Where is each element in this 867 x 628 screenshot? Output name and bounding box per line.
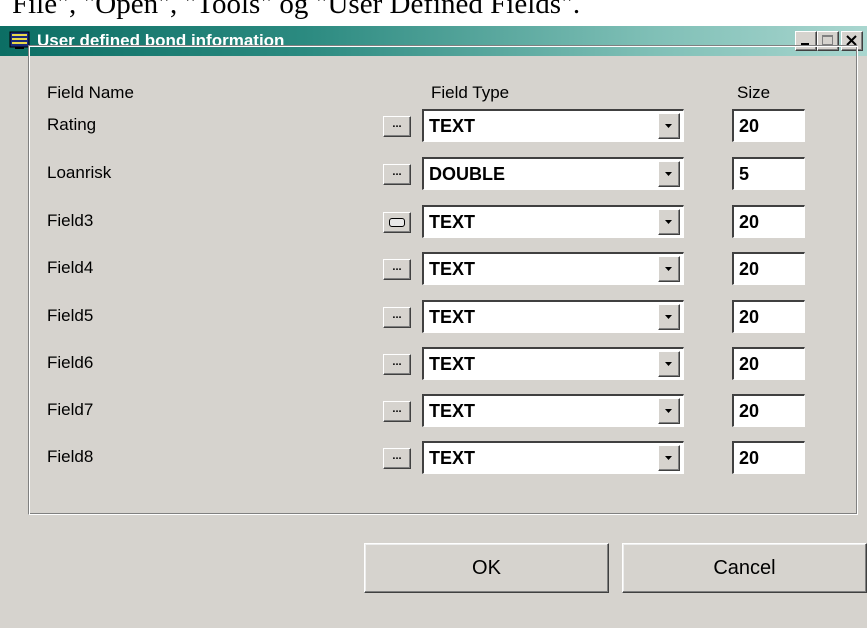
field-options-button[interactable]: ... [383,259,411,280]
field-size-value: 20 [739,354,760,374]
dropdown-button[interactable] [658,445,680,471]
document-caption: File", "Open", "Tools" og "User Defined … [0,0,867,26]
field-size-value: 20 [739,116,760,136]
field-name-label: Loanrisk [47,163,112,182]
field-type-select[interactable]: TEXT [422,347,684,380]
header-size: Size [737,83,771,102]
chevron-down-icon [665,456,672,460]
field-size-value: 5 [739,164,750,184]
chevron-down-icon [665,362,672,366]
field-row-field6: Field6 ... TEXT 20 [0,347,867,380]
chevron-down-icon [665,315,672,319]
field-type-value: TEXT [429,354,476,374]
field-name-label: Field7 [47,400,94,419]
field-size-value: 20 [739,307,760,327]
dropdown-button[interactable] [658,304,680,330]
app-icon [9,31,30,49]
field-size-value: 20 [739,259,760,279]
field-type-select[interactable]: TEXT [422,109,684,142]
chevron-down-icon [665,124,672,128]
field-type-select[interactable]: DOUBLE [422,157,684,190]
dropdown-button[interactable] [658,398,680,424]
field-name-label: Field3 [47,211,94,230]
field-options-button[interactable]: ... [383,164,411,185]
dropdown-button[interactable] [658,161,680,187]
header-field-name: Field Name [47,83,134,102]
field-row-field8: Field8 ... TEXT 20 [0,441,867,474]
field-name-label: Rating [47,115,97,134]
dropdown-button[interactable] [658,256,680,282]
field-type-select[interactable]: TEXT [422,205,684,238]
dropdown-button[interactable] [658,351,680,377]
dropdown-button[interactable] [658,113,680,139]
field-type-value: TEXT [429,401,476,421]
field-type-select[interactable]: TEXT [422,300,684,333]
field-row-field3: Field3 TEXT 20 [0,205,867,238]
focus-indicator [389,218,405,227]
field-row-rating: Rating ... TEXT 20 [0,109,867,142]
field-type-select[interactable]: TEXT [422,441,684,474]
field-size-value: 20 [739,448,760,468]
ok-button[interactable]: OK [364,543,609,593]
field-options-button[interactable] [383,212,411,233]
field-type-value: TEXT [429,448,476,468]
field-options-button[interactable]: ... [383,354,411,375]
field-options-button[interactable]: ... [383,401,411,422]
field-size-value: 20 [739,401,760,421]
chevron-down-icon [665,267,672,271]
field-size-value: 20 [739,212,760,232]
field-type-value: TEXT [429,212,476,232]
field-row-field7: Field7 ... TEXT 20 [0,394,867,427]
field-type-value: DOUBLE [429,164,505,184]
chevron-down-icon [665,409,672,413]
field-name-label: Field6 [47,353,94,372]
field-type-value: TEXT [429,259,476,279]
header-field-type: Field Type [431,83,510,102]
cancel-button[interactable]: Cancel [622,543,867,593]
field-size-input[interactable]: 20 [732,252,805,285]
field-size-input[interactable]: 20 [732,347,805,380]
field-size-input[interactable]: 20 [732,109,805,142]
field-options-button[interactable]: ... [383,307,411,328]
field-options-button[interactable]: ... [383,448,411,469]
field-type-value: TEXT [429,307,476,327]
chevron-down-icon [665,172,672,176]
field-name-label: Field8 [47,447,94,466]
field-name-label: Field4 [47,258,94,277]
field-options-button[interactable]: ... [383,116,411,137]
field-type-value: TEXT [429,116,476,136]
dropdown-button[interactable] [658,209,680,235]
field-row-field4: Field4 ... TEXT 20 [0,252,867,285]
field-size-input[interactable]: 20 [732,441,805,474]
field-row-loanrisk: Loanrisk ... DOUBLE 5 [0,157,867,190]
field-size-input[interactable]: 20 [732,394,805,427]
caption-text: File", "Open", "Tools" og "User Defined … [12,0,581,20]
chevron-down-icon [665,220,672,224]
field-type-select[interactable]: TEXT [422,394,684,427]
field-row-field5: Field5 ... TEXT 20 [0,300,867,333]
field-size-input[interactable]: 5 [732,157,805,190]
field-name-label: Field5 [47,306,94,325]
field-size-input[interactable]: 20 [732,205,805,238]
field-size-input[interactable]: 20 [732,300,805,333]
field-type-select[interactable]: TEXT [422,252,684,285]
